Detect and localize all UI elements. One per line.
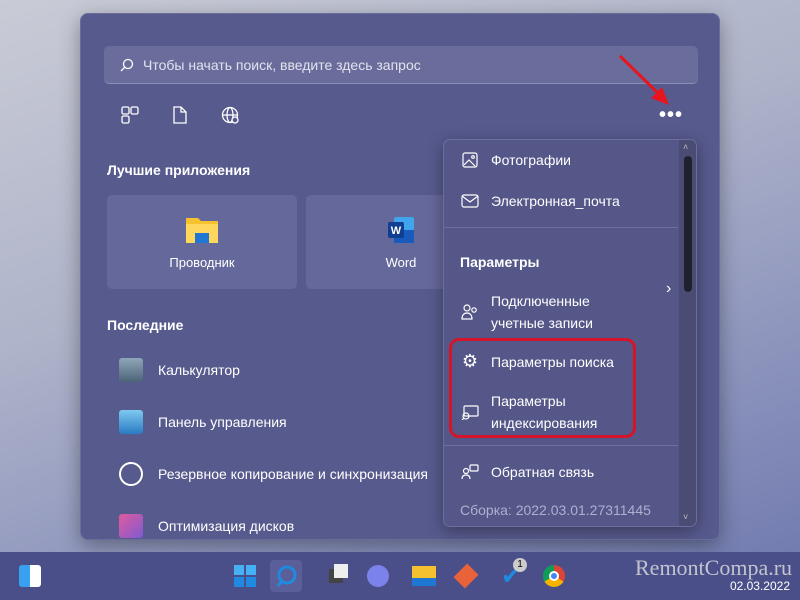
- recent-item[interactable]: Резервное копирование и синхронизация: [119, 462, 428, 486]
- chevron-right-icon: ›: [666, 280, 672, 297]
- search-input[interactable]: Чтобы начать поиск, введите здесь запрос: [104, 46, 698, 84]
- app-tile-label: Word: [385, 254, 417, 270]
- menu-item-email[interactable]: Электронная_почта: [460, 193, 620, 209]
- more-options-button[interactable]: •••: [659, 105, 683, 125]
- checkmark-app-icon[interactable]: ✔ 1: [495, 558, 527, 592]
- recent-item-label: Резервное копирование и синхронизация: [158, 466, 429, 482]
- scroll-down-icon[interactable]: ˅: [683, 512, 688, 522]
- more-options-menu: Фотографии Электронная_почта Параметры П…: [443, 139, 697, 527]
- search-icon: [120, 58, 134, 71]
- document-icon[interactable]: [171, 106, 189, 124]
- build-version: Сборка: 2022.03.01.27311445: [460, 502, 651, 518]
- menu-item-label: учетные записи: [491, 315, 593, 331]
- app-tile-label: Проводник: [169, 254, 235, 270]
- app-eye-icon[interactable]: [450, 560, 482, 592]
- watermark: RemontCompa.ru: [635, 555, 793, 580]
- menu-item-label: Обратная связь: [491, 464, 595, 480]
- recent-item-label: Панель управления: [158, 414, 287, 430]
- apps-icon[interactable]: [121, 106, 139, 124]
- disk-optimize-icon: [119, 514, 143, 538]
- backup-sync-icon: [119, 462, 143, 486]
- feedback-icon: [460, 464, 480, 480]
- task-view-icon[interactable]: [320, 560, 352, 592]
- search-placeholder: Чтобы начать поиск, введите здесь запрос: [143, 56, 421, 73]
- people-icon: [460, 304, 480, 320]
- scroll-up-icon[interactable]: ˄: [683, 142, 688, 152]
- recent-item[interactable]: Панель управления: [119, 410, 287, 434]
- menu-item-accounts[interactable]: Подключенные учетные записи: [460, 290, 593, 334]
- web-icon[interactable]: [221, 106, 241, 126]
- search-taskbar-icon[interactable]: [270, 560, 302, 592]
- widgets-icon[interactable]: [14, 560, 46, 592]
- recent-item[interactable]: Оптимизация дисков: [119, 514, 294, 538]
- recent-item-label: Оптимизация дисков: [158, 518, 295, 534]
- teams-chat-icon[interactable]: [362, 560, 394, 592]
- scrollbar-thumb[interactable]: [684, 156, 692, 292]
- start-icon[interactable]: [229, 560, 261, 592]
- chrome-icon[interactable]: [538, 560, 570, 592]
- file-explorer-icon: [186, 217, 218, 243]
- date: 02.03.2022: [729, 579, 790, 593]
- recent-item[interactable]: Калькулятор: [119, 358, 240, 382]
- app-tile-explorer[interactable]: Проводник: [107, 195, 297, 289]
- word-icon: W: [388, 216, 414, 243]
- highlight-box: [449, 338, 636, 438]
- file-explorer-taskbar-icon[interactable]: [408, 560, 440, 592]
- divider: [444, 227, 678, 228]
- menu-item-photos[interactable]: Фотографии: [460, 152, 571, 168]
- divider: [444, 445, 678, 446]
- menu-item-label: Электронная_почта: [491, 193, 620, 209]
- menu-item-label: Подключенные: [491, 293, 590, 309]
- mail-icon: [460, 194, 480, 208]
- recent-title: Последние: [107, 317, 184, 333]
- notification-badge: 1: [513, 558, 527, 572]
- section-title: Параметры: [460, 254, 540, 270]
- control-panel-icon: [119, 410, 143, 434]
- svg-text:W: W: [391, 225, 402, 237]
- scrollbar[interactable]: ˄ ˅: [679, 140, 696, 526]
- annotation-arrow-icon: [618, 54, 669, 105]
- calculator-icon: [119, 358, 143, 382]
- menu-item-feedback[interactable]: Обратная связь: [460, 464, 594, 480]
- menu-item-label: Фотографии: [491, 152, 572, 168]
- image-icon: [460, 152, 480, 168]
- top-apps-title: Лучшие приложения: [107, 162, 251, 178]
- recent-item-label: Калькулятор: [158, 362, 240, 378]
